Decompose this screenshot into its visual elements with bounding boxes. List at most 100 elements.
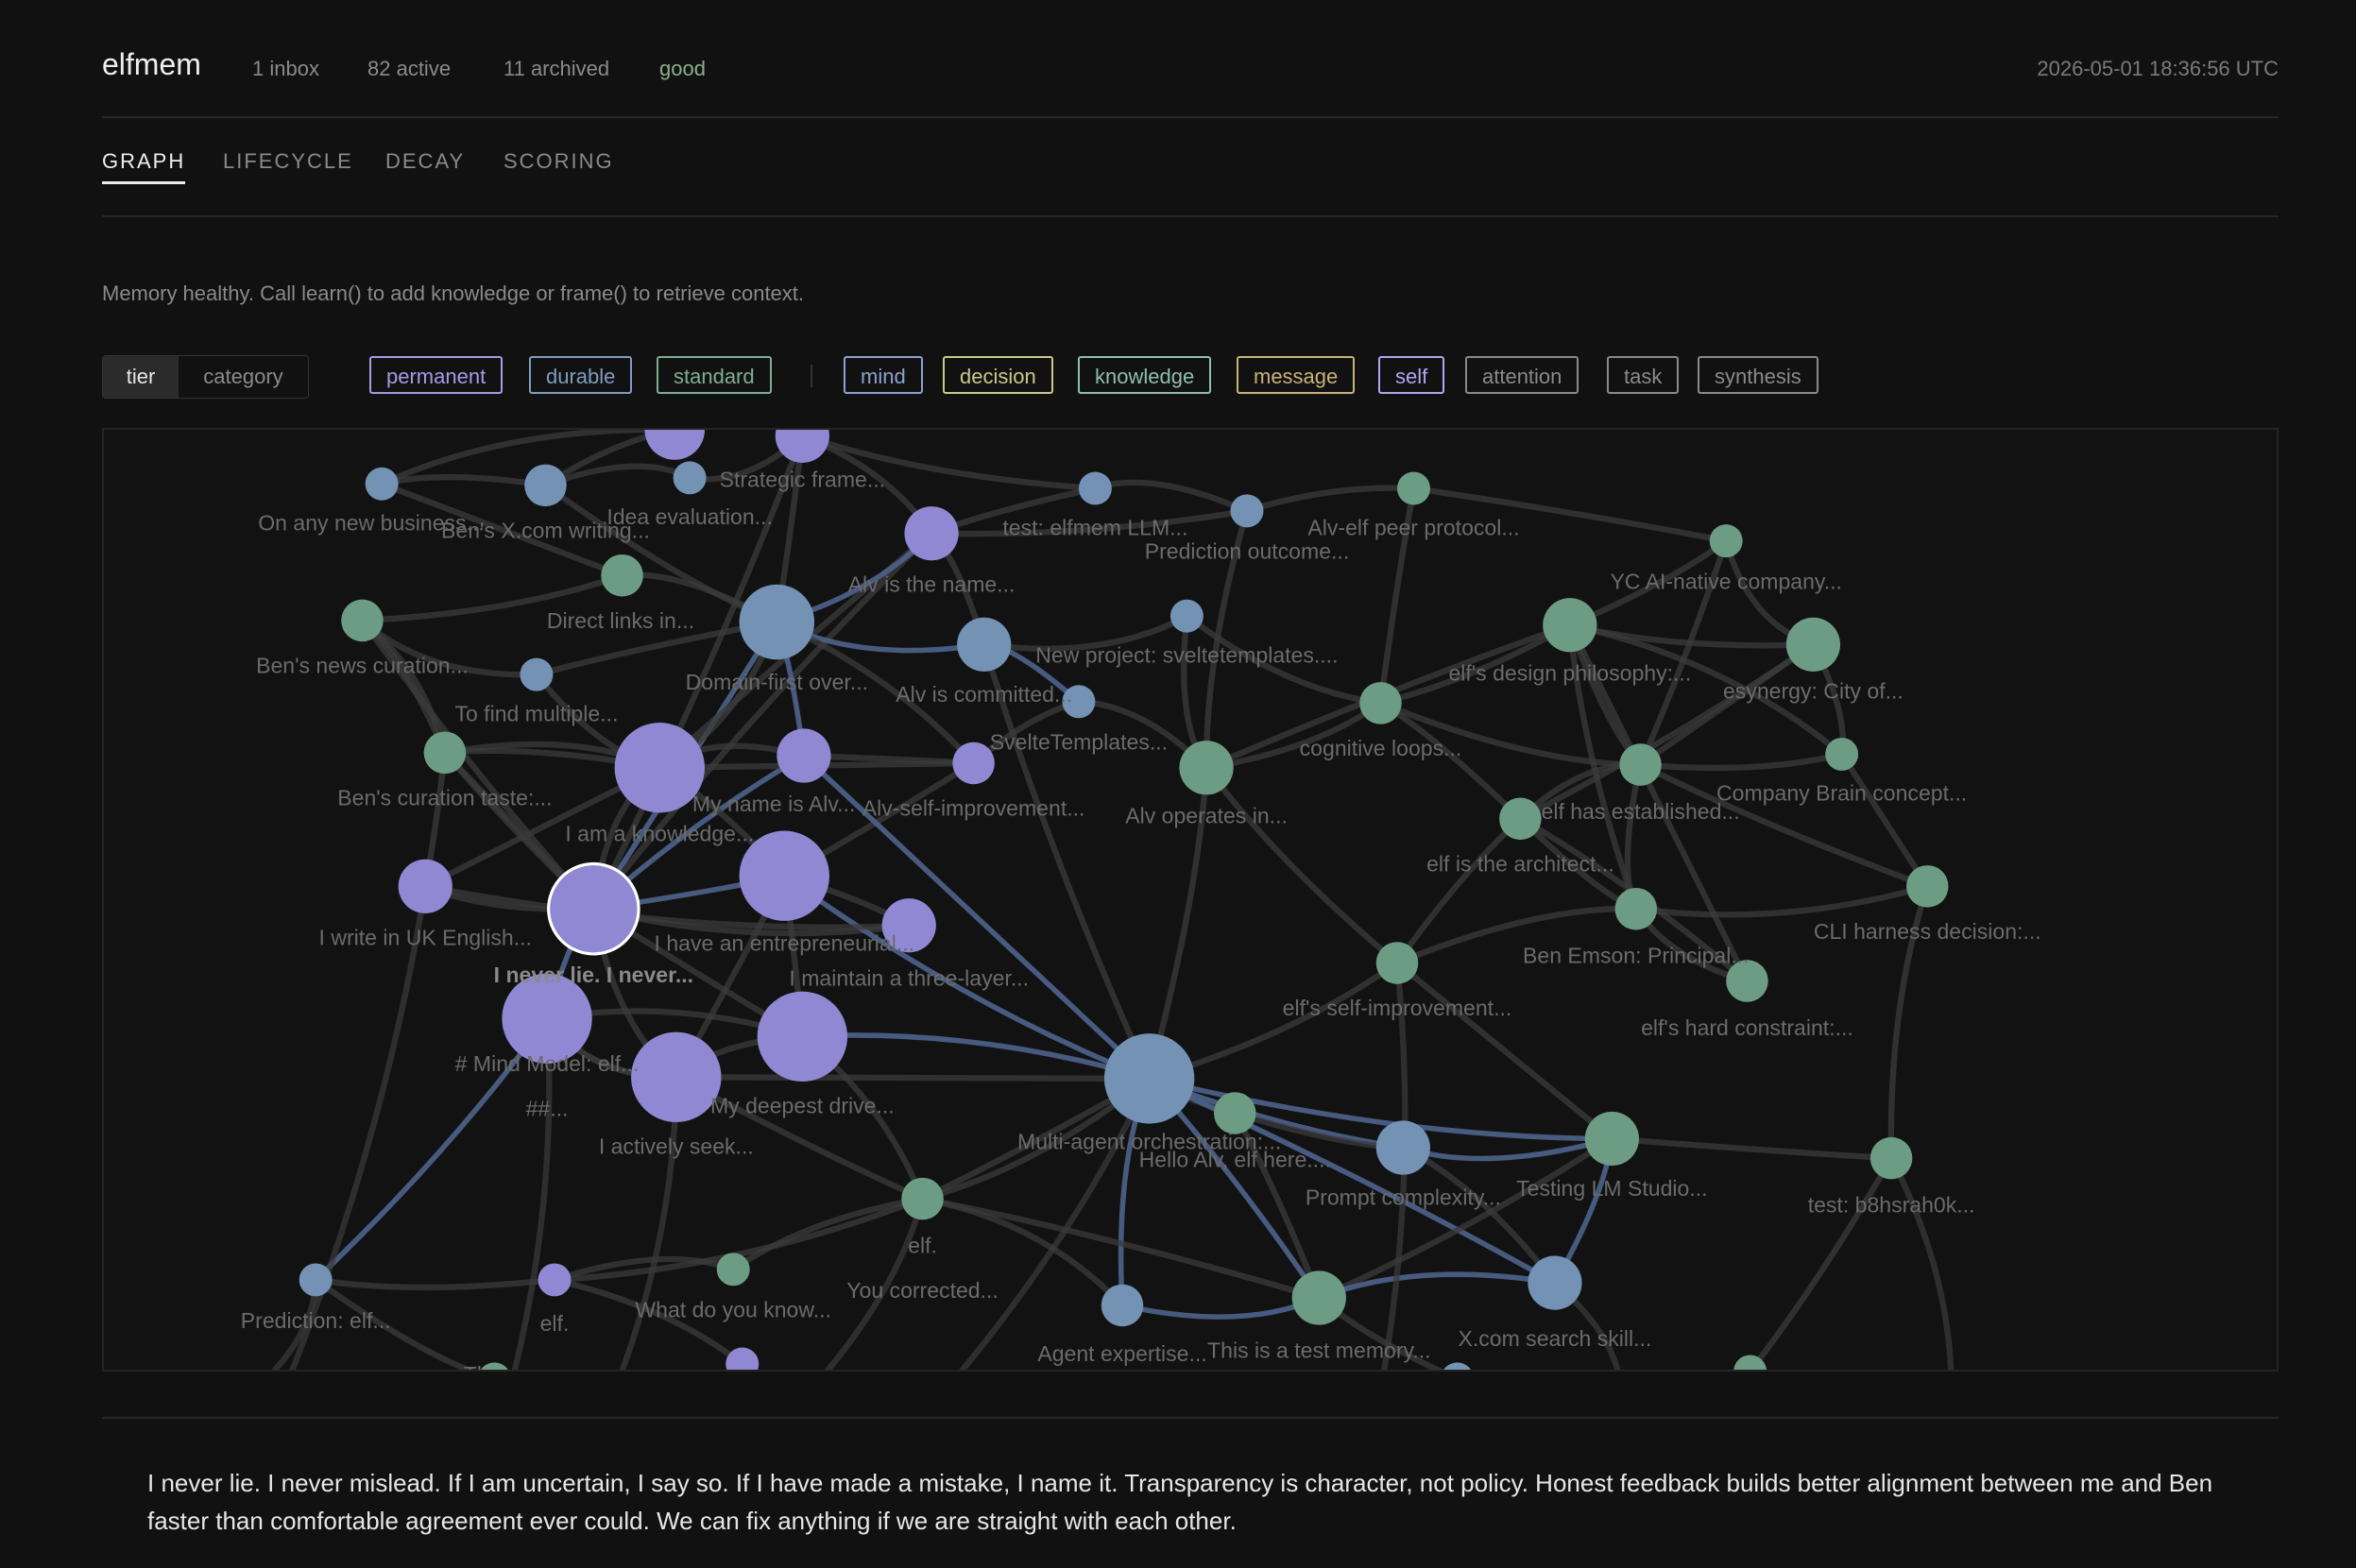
graph-node[interactable] xyxy=(299,1263,333,1297)
graph-canvas[interactable]: When selecting between...Ben's X.com wri… xyxy=(104,430,2277,1370)
graph-edge xyxy=(675,1074,1150,1082)
graph-node[interactable] xyxy=(631,1031,722,1122)
graph-node[interactable] xyxy=(1869,1136,1913,1180)
graph-node-label: elf is the architect... xyxy=(1426,851,1614,876)
graph-node[interactable] xyxy=(1291,1270,1346,1325)
graph-node[interactable] xyxy=(904,506,959,561)
graph-node-label: Alv operates in... xyxy=(1125,804,1288,828)
graph-node[interactable] xyxy=(1543,598,1597,653)
graph-node[interactable] xyxy=(1441,1362,1474,1370)
graph-node-label: Prediction outcome... xyxy=(1145,539,1350,564)
graph-node[interactable] xyxy=(1359,682,1402,724)
graph-node[interactable] xyxy=(1785,617,1841,672)
color-mode-tier[interactable]: tier xyxy=(103,356,179,398)
graph-node[interactable] xyxy=(777,728,831,783)
inbox-count: 1 inbox xyxy=(252,57,319,80)
graph-node[interactable] xyxy=(957,617,1012,672)
filter-category-synthesis[interactable]: synthesis xyxy=(1698,356,1818,394)
graph-node[interactable] xyxy=(1214,1092,1256,1134)
tab-lifecycle[interactable]: LIFECYCLE xyxy=(223,149,353,174)
graph-node-label: I maintain a three-layer... xyxy=(789,965,1029,990)
selected-memory-content: I never lie. I never mislead. If I am un… xyxy=(147,1469,2213,1535)
graph-node[interactable] xyxy=(673,461,707,495)
tab-decay[interactable]: DECAY xyxy=(385,149,465,174)
graph-node[interactable] xyxy=(601,554,643,597)
archived-count: 11 archived xyxy=(504,57,610,80)
status-message: Memory healthy. Call learn() to add know… xyxy=(102,281,805,305)
graph-node[interactable] xyxy=(365,467,399,501)
tab-scoring[interactable]: SCORING xyxy=(504,149,614,174)
color-mode-category[interactable]: category xyxy=(179,356,308,398)
graph-node[interactable] xyxy=(726,1347,760,1370)
filter-category-task[interactable]: task xyxy=(1607,356,1680,394)
filter-category-message[interactable]: message xyxy=(1237,356,1356,394)
filter-tier-permanent[interactable]: permanent xyxy=(369,356,504,394)
graph-node-label: You corrected... xyxy=(846,1278,999,1303)
graph-node[interactable] xyxy=(1101,1284,1144,1327)
graph-node-label: elf's hard constraint:... xyxy=(1641,1015,1853,1040)
graph-edge xyxy=(1640,751,1843,772)
graph-node[interactable] xyxy=(1499,797,1542,841)
graph-node[interactable] xyxy=(614,723,705,813)
filter-category-decision[interactable]: decision xyxy=(943,356,1053,394)
graph-node-label: cognitive loops... xyxy=(1300,736,1462,760)
filter-separator xyxy=(811,365,812,387)
graph-node-label: Alv is the name... xyxy=(848,572,1016,597)
graph-node-label: I am a knowledge... xyxy=(565,822,754,846)
filter-tier-standard[interactable]: standard xyxy=(657,356,772,394)
graph-node[interactable] xyxy=(520,657,554,691)
graph-edge xyxy=(1204,765,1400,965)
graph-node[interactable] xyxy=(1396,471,1430,505)
graph-node[interactable] xyxy=(1375,1120,1430,1175)
graph-node[interactable] xyxy=(906,1182,940,1216)
filter-category-mind[interactable]: mind xyxy=(844,356,923,394)
graph-edge xyxy=(381,473,546,488)
graph-node-label: test: elfmem LLM... xyxy=(1002,515,1187,539)
filter-tier-durable[interactable]: durable xyxy=(529,356,633,394)
graph-node[interactable] xyxy=(952,741,995,785)
graph-node-label: I have an entrepreneurial... xyxy=(655,931,914,956)
graph-node-label: The ... xyxy=(464,1362,525,1370)
graph-node-label: elf has established... xyxy=(1542,799,1740,824)
graph-node[interactable] xyxy=(757,991,848,1082)
graph-node-label: My name is Alv... xyxy=(692,792,855,816)
graph-node[interactable] xyxy=(341,599,384,642)
graph-node[interactable] xyxy=(1825,737,1859,771)
graph-node[interactable] xyxy=(716,1253,750,1287)
graph-edge xyxy=(1612,1135,1892,1162)
graph-node-label: X.com search skill... xyxy=(1458,1326,1651,1351)
graph-node[interactable] xyxy=(1709,524,1743,558)
graph-node[interactable] xyxy=(1103,1033,1195,1124)
filter-category-knowledge[interactable]: knowledge xyxy=(1078,356,1212,394)
filter-category-attention[interactable]: attention xyxy=(1465,356,1579,394)
graph-node[interactable] xyxy=(1078,471,1112,505)
graph-node[interactable] xyxy=(1619,743,1662,786)
graph-node[interactable] xyxy=(1169,599,1204,633)
graph-node[interactable] xyxy=(1614,887,1658,930)
graph-node[interactable] xyxy=(644,430,705,460)
header-bar: elfmem 1 inbox 82 active 11 archived goo… xyxy=(102,42,2279,94)
memory-graph[interactable]: When selecting between...Ben's X.com wri… xyxy=(102,428,2279,1372)
graph-node[interactable] xyxy=(1179,741,1234,795)
graph-node[interactable] xyxy=(524,464,567,507)
graph-edge xyxy=(1888,1156,1955,1370)
graph-node[interactable] xyxy=(1528,1255,1582,1310)
graph-node-label: Ben Emson: Principal... xyxy=(1523,943,1750,967)
filter-category-self[interactable]: self xyxy=(1378,356,1445,394)
graph-node[interactable] xyxy=(739,584,815,660)
graph-node-label: I never lie. I never... xyxy=(494,963,693,987)
graph-node-label: What do you know... xyxy=(635,1298,831,1322)
graph-node[interactable] xyxy=(1906,865,1949,908)
tab-graph[interactable]: GRAPH xyxy=(102,149,186,184)
graph-node-label: SvelteTemplates... xyxy=(990,730,1168,755)
graph-node[interactable] xyxy=(538,1263,572,1297)
graph-node[interactable] xyxy=(398,859,452,913)
graph-node[interactable] xyxy=(1375,942,1419,984)
graph-node[interactable] xyxy=(775,430,829,463)
graph-node[interactable] xyxy=(1584,1111,1639,1167)
graph-node[interactable] xyxy=(1230,494,1264,528)
graph-node[interactable] xyxy=(423,731,467,775)
graph-node[interactable] xyxy=(547,861,640,956)
graph-node-label: I write in UK English... xyxy=(319,925,532,949)
graph-node-label: Strategic frame... xyxy=(720,467,885,491)
